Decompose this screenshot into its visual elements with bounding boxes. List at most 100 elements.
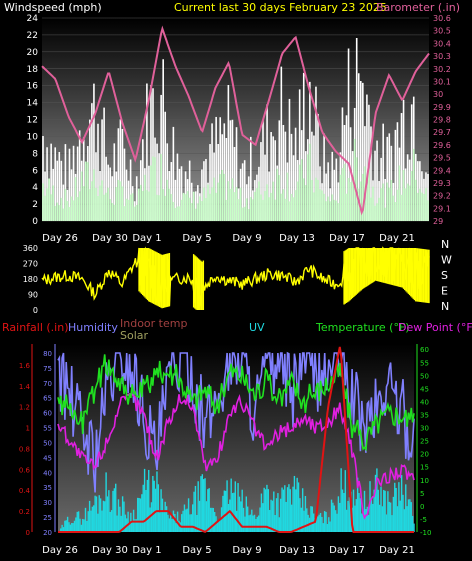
rain-y-tick-label: 0: [26, 529, 30, 537]
rain-y-tick-label: 1: [26, 425, 30, 433]
temp-x-tick-label: Day 17: [329, 545, 365, 556]
chart-title: Current last 30 days February 23 2025: [174, 1, 387, 14]
wind-y-tick-label: 0: [32, 217, 38, 227]
wind-y-tick-label: 10: [27, 132, 39, 142]
baro-y-tick-label: 30: [433, 90, 443, 99]
temp-y-tick-label: 35: [420, 412, 429, 420]
baro-y-tick-label: 30.5: [433, 27, 451, 36]
humidity-y-tick-label: 80: [43, 350, 52, 358]
legend-temperature: Temperature (°F): [315, 321, 410, 334]
legend-rainfall: Rainfall (.in): [2, 321, 69, 334]
wind-y-tick-label: 2: [32, 200, 38, 210]
baro-y-tick-label: 29.9: [433, 103, 451, 112]
humidity-y-tick-label: 25: [43, 514, 52, 522]
wind-x-tick-label: Day 9: [232, 233, 261, 244]
humidity-y-tick-label: 30: [43, 499, 52, 507]
temp-y-tick-label: -10: [420, 529, 431, 537]
winddir-y-tick-label: 90: [28, 291, 38, 300]
rain-y-tick-label: 0.8: [19, 445, 30, 453]
legend-uv: UV: [249, 321, 265, 334]
legend-humidity: Humidity: [68, 321, 118, 334]
wind-x-tick-label: Day 30: [92, 233, 128, 244]
temp-y-tick-label: 0: [420, 503, 424, 511]
baro-y-tick-label: 29.3: [433, 179, 451, 188]
humidity-y-tick-label: 35: [43, 484, 52, 492]
temp-x-tick-label: Day 21: [379, 545, 415, 556]
temp-legend: Rainfall (.in) Humidity Indoor tempSolarUV…: [2, 317, 472, 342]
wind-y-tick-label: 6: [32, 166, 38, 176]
rain-y-tick-label: 1.2: [19, 404, 30, 412]
temp-y-tick-label: 55: [420, 359, 429, 367]
temp-y-tick-label: -5: [420, 516, 427, 524]
wind-y-tick-label: 16: [27, 82, 39, 92]
wind-y-tick-label: 20: [27, 48, 39, 58]
temp-y-tick-label: 30: [420, 425, 429, 433]
temp-y-ticks: -10 -5 0 5 10 15 20 25 30 35 40 45 50 55 60: [420, 346, 431, 537]
compass-label: N: [441, 300, 449, 313]
humidity-y-tick-label: 45: [43, 454, 52, 462]
temp-y-tick-label: 40: [420, 398, 429, 406]
temp-y-tick-label: 60: [420, 346, 429, 354]
rain-y-tick-label: 0.4: [19, 487, 31, 495]
temp-y-tick-label: 20: [420, 451, 429, 459]
wind-y-ticks: 024681012141618202224: [27, 14, 39, 227]
humidity-y-tick-label: 60: [43, 410, 52, 418]
humidity-y-tick-label: 65: [43, 395, 52, 403]
wind-x-tick-label: Day 21: [379, 233, 415, 244]
baro-y-tick-label: 30.3: [433, 52, 451, 61]
winddir-y-tick-label: 180: [23, 275, 38, 284]
temp-y-tick-label: 10: [420, 477, 429, 485]
baro-y-tick-label: 29.2: [433, 192, 451, 201]
humidity-y-tick-label: 55: [43, 425, 52, 433]
temp-x-tick-label: Day 30: [92, 545, 128, 556]
baro-y-ticks: 29 29.1 29.2 29.3 29.4 29.5 29.6 29.7 29.8 29.9 30…: [433, 14, 451, 226]
temp-x-tick-label: Day 5: [182, 545, 211, 556]
humidity-y-tick-label: 50: [43, 439, 52, 447]
compass-label: W: [441, 254, 452, 267]
baro-y-tick-label: 29.8: [433, 116, 451, 125]
baro-y-tick-label: 30.4: [433, 39, 451, 48]
baro-y-tick-label: 30.1: [433, 77, 451, 86]
baro-y-tick-label: 29.6: [433, 141, 451, 150]
baro-axis-title: Barometer (.in): [376, 1, 460, 14]
temp-y-tick-label: 5: [420, 490, 424, 498]
winddir-y-ticks: 0 90 180 270 360: [23, 244, 38, 315]
temp-y-tick-label: 15: [420, 464, 429, 472]
baro-y-tick-label: 29.4: [433, 166, 451, 175]
wind-y-tick-label: 14: [27, 99, 39, 109]
humidity-y-tick-label: 40: [43, 469, 52, 477]
temp-y-tick-label: 45: [420, 385, 429, 393]
wind-axis-title: Windspeed (mph): [4, 1, 102, 14]
wind-x-tick-label: Day 5: [182, 233, 211, 244]
rain-y-tick-label: 1.4: [19, 383, 31, 391]
compass-label: N: [441, 238, 449, 251]
wind-x-ticks: Day 26 Day 30 Day 1 Day 5 Day 9 Day 13 Day 17 D…: [42, 233, 415, 244]
wind-y-tick-label: 8: [32, 149, 38, 159]
wind-y-tick-label: 24: [27, 14, 39, 24]
baro-y-tick-label: 29.7: [433, 128, 451, 137]
humidity-y-tick-label: 20: [43, 529, 52, 537]
temp-y-tick-label: 50: [420, 372, 429, 380]
baro-y-tick-label: 29: [433, 217, 443, 226]
compass-label: S: [441, 269, 448, 282]
wind-y-tick-label: 4: [32, 183, 38, 193]
wind-y-tick-label: 18: [27, 65, 39, 75]
wind-x-tick-label: Day 1: [132, 233, 161, 244]
temp-x-tick-label: Day 1: [132, 545, 161, 556]
temp-x-tick-label: Day 13: [279, 545, 315, 556]
wind-y-tick-label: 12: [27, 116, 38, 126]
temp-y-tick-label: 25: [420, 438, 429, 446]
legend-dewpoint: Dew Point (°F): [398, 321, 472, 334]
temp-x-tick-label: Day 9: [232, 545, 261, 556]
rain-y-tick-label: 1.6: [19, 362, 31, 370]
baro-y-tick-label: 29.1: [433, 204, 451, 213]
baro-y-tick-label: 30.6: [433, 14, 451, 23]
temp-x-tick-label: Day 26: [42, 545, 78, 556]
rain-y-tick-label: 0.2: [19, 508, 30, 516]
wind-y-tick-label: 22: [27, 31, 38, 41]
humidity-y-tick-label: 75: [43, 365, 52, 373]
legend-solar: Solar: [120, 329, 149, 342]
humidity-y-tick-label: 70: [43, 380, 52, 388]
temp-x-ticks: Day 26 Day 30 Day 1 Day 5 Day 9 Day 13 Day 17 D…: [42, 545, 415, 556]
wind-x-tick-label: Day 13: [279, 233, 315, 244]
